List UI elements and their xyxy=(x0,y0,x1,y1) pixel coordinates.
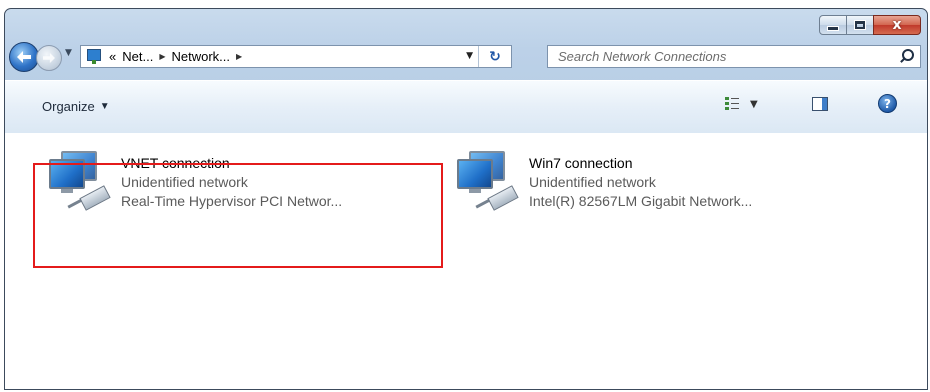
close-icon: x xyxy=(892,17,902,33)
connection-adapter: Real-Time Hypervisor PCI Networ... xyxy=(121,193,343,209)
refresh-button[interactable]: ↻ xyxy=(478,46,511,67)
organize-menu[interactable]: Organize ▼ xyxy=(42,99,110,114)
chevron-down-icon: ▼ xyxy=(99,101,110,112)
forward-arrow-icon xyxy=(43,52,55,64)
preview-pane-icon[interactable] xyxy=(812,97,828,111)
refresh-icon: ↻ xyxy=(489,48,501,65)
breadcrumb-overflow[interactable]: « xyxy=(106,49,119,64)
back-arrow-icon xyxy=(17,51,31,63)
maximize-button[interactable] xyxy=(846,15,874,35)
network-adapter-icon xyxy=(41,147,121,217)
explorer-window: x ▼ « Net... ▶ Network... ▶ ▼ ↻ Search N… xyxy=(4,8,928,390)
minimize-icon xyxy=(827,25,839,31)
minimize-button[interactable] xyxy=(819,15,847,35)
help-icon[interactable]: ? xyxy=(878,94,897,113)
connections-list: VNET connection Unidentified network Rea… xyxy=(5,133,927,389)
list-item-vnet-connection[interactable]: VNET connection Unidentified network Rea… xyxy=(41,147,342,217)
forward-button[interactable] xyxy=(36,45,62,71)
breadcrumb-network-connections[interactable]: Network... xyxy=(168,49,233,64)
network-adapter-icon xyxy=(449,147,529,217)
list-item-win7-connection[interactable]: Win7 connection Unidentified network Int… xyxy=(449,147,752,217)
change-view-button[interactable]: ▼ xyxy=(725,96,758,112)
address-dropdown-icon[interactable]: ▼ xyxy=(466,51,473,61)
connection-status: Unidentified network xyxy=(121,174,248,190)
search-input[interactable]: Search Network Connections xyxy=(548,49,896,64)
command-bar: Organize ▼ ▼ ? xyxy=(5,80,927,134)
address-bar[interactable]: « Net... ▶ Network... ▶ ▼ ↻ xyxy=(80,45,512,68)
breadcrumb-separator-icon[interactable]: ▶ xyxy=(156,52,168,61)
close-button[interactable]: x xyxy=(873,15,921,35)
organize-label: Organize xyxy=(42,99,95,114)
caption-buttons: x xyxy=(819,15,921,37)
back-button[interactable] xyxy=(9,42,39,72)
network-connections-icon xyxy=(86,48,102,65)
connection-name: Win7 connection xyxy=(529,155,633,171)
view-details-icon xyxy=(725,96,739,112)
connection-name: VNET connection xyxy=(121,155,230,171)
breadcrumb-separator-icon[interactable]: ▶ xyxy=(233,52,245,61)
search-icon[interactable] xyxy=(896,46,920,67)
breadcrumb-network-and-internet[interactable]: Net... xyxy=(119,49,156,64)
chevron-down-icon: ▼ xyxy=(750,98,758,110)
search-box[interactable]: Search Network Connections xyxy=(547,45,921,68)
maximize-icon xyxy=(854,20,866,30)
connection-status: Unidentified network xyxy=(529,174,656,190)
recent-pages-dropdown-icon[interactable]: ▼ xyxy=(65,48,72,58)
connection-adapter: Intel(R) 82567LM Gigabit Network... xyxy=(529,193,753,209)
navigation-bar: ▼ « Net... ▶ Network... ▶ ▼ ↻ Search Net… xyxy=(9,42,921,72)
